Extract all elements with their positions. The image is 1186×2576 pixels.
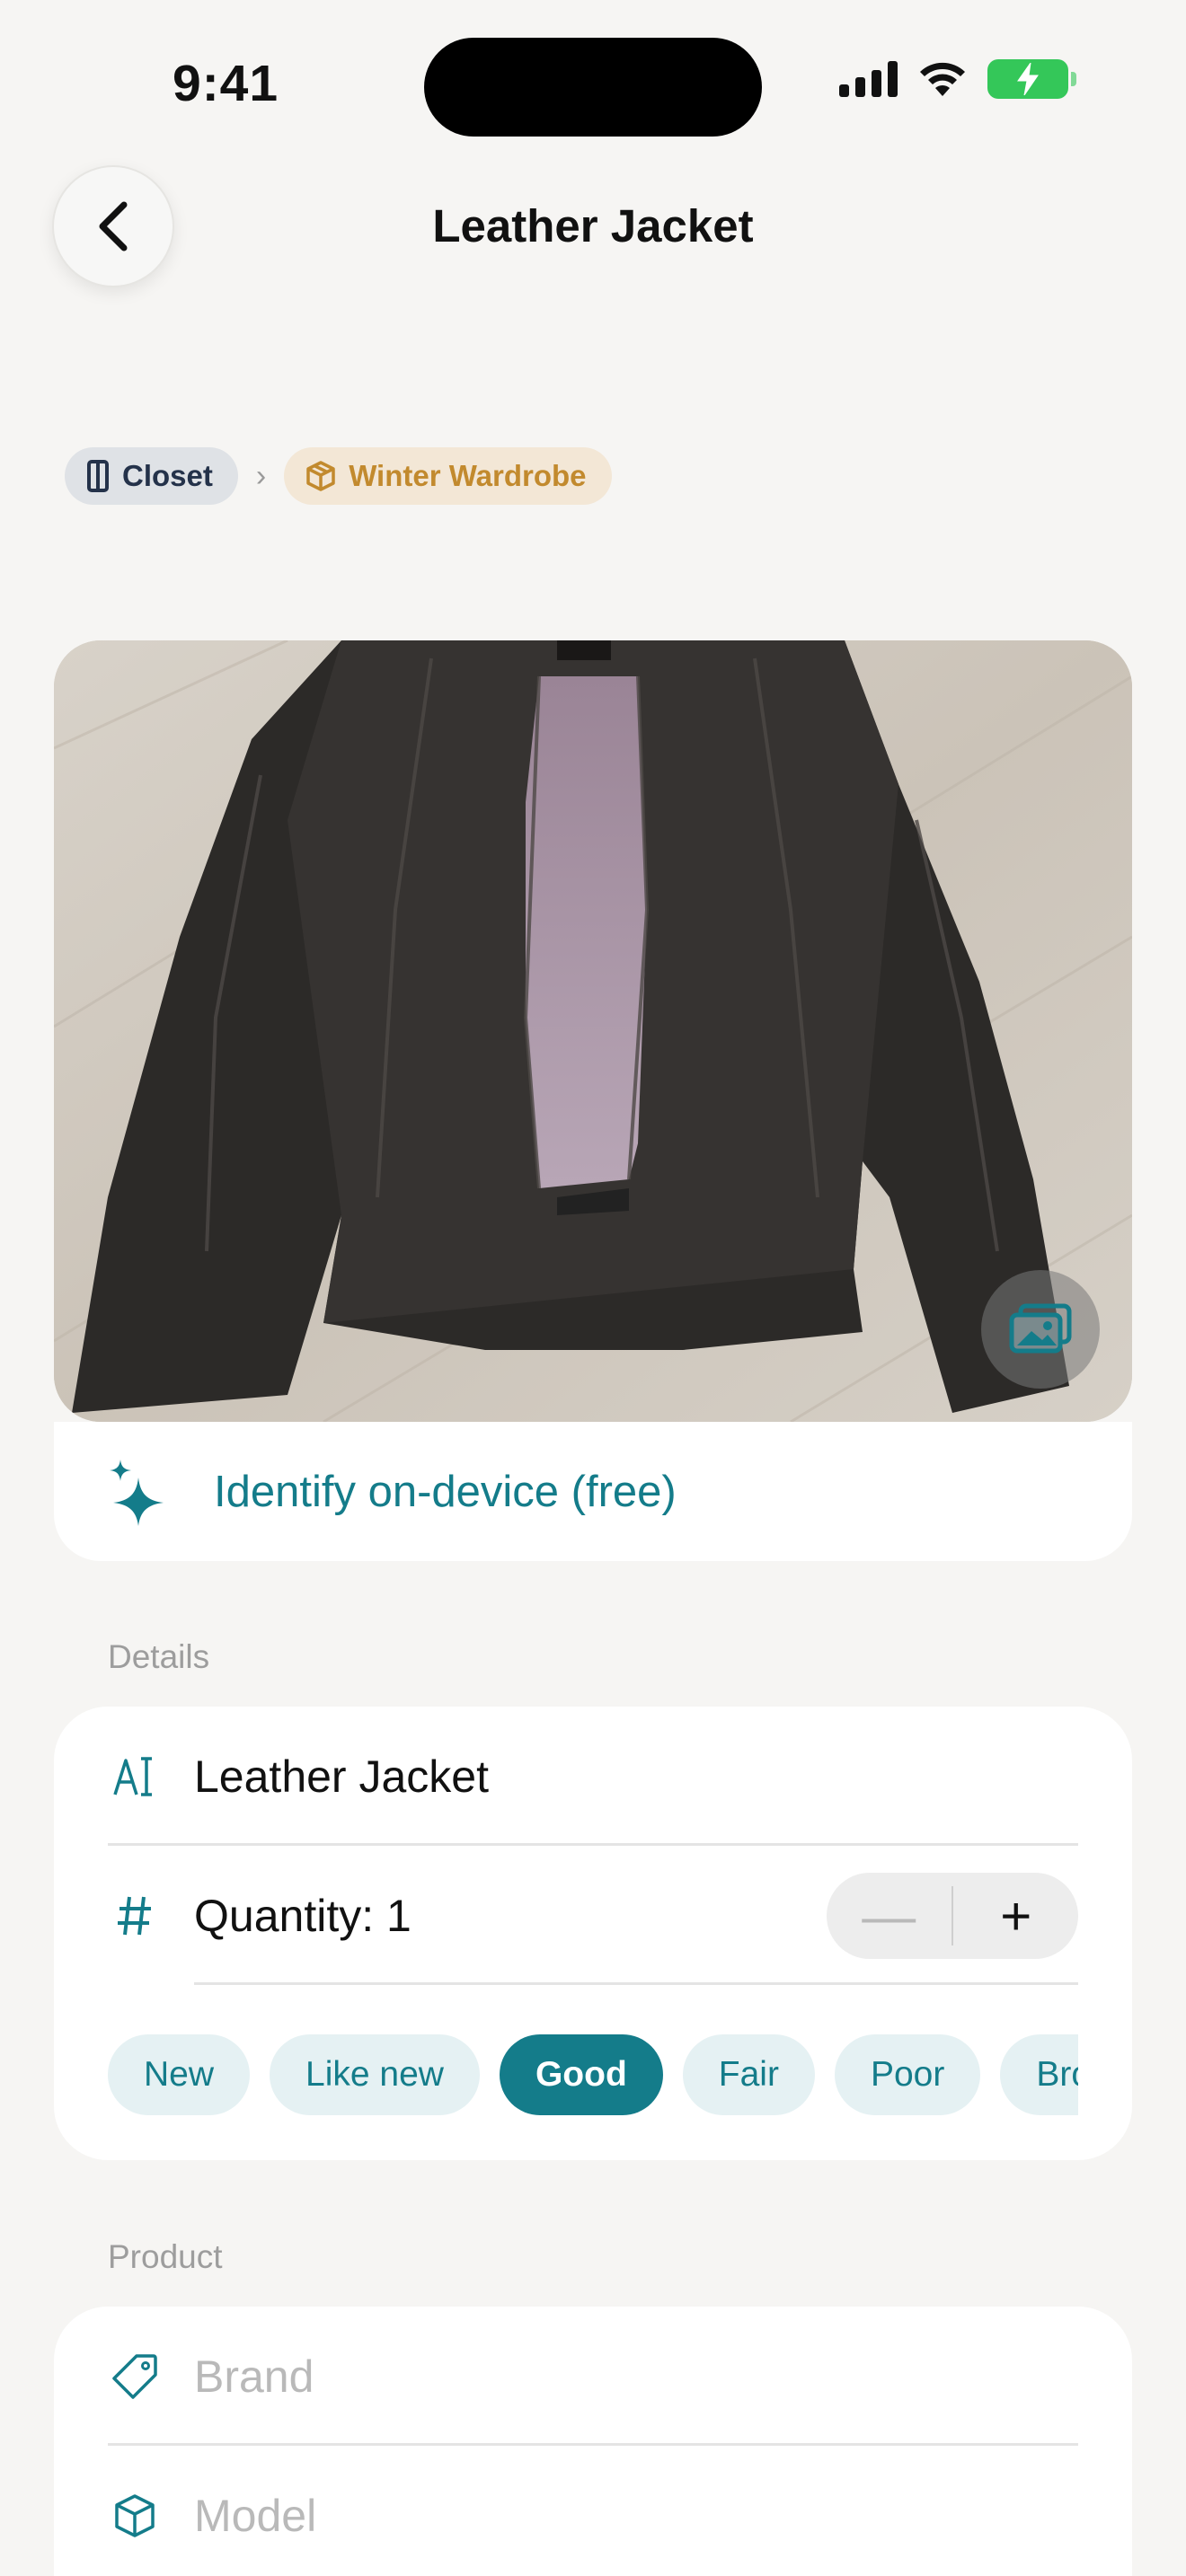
jacket-photo-illustration — [54, 640, 1132, 1422]
decrement-button[interactable]: — — [827, 1873, 951, 1959]
item-photo[interactable] — [54, 640, 1132, 1422]
condition-chip-new[interactable]: New — [108, 2034, 251, 2115]
name-value: Leather Jacket — [194, 1751, 489, 1802]
dynamic-island — [424, 38, 762, 137]
condition-chip-poor[interactable]: Poor — [834, 2034, 981, 2115]
status-icons — [839, 59, 1076, 99]
increment-button[interactable]: + — [953, 1873, 1078, 1959]
product-section-label: Product — [108, 2238, 223, 2275]
quantity-stepper: — + — [827, 1873, 1078, 1959]
breadcrumb-closet-label: Closet — [122, 459, 213, 492]
sparkles-icon — [110, 1459, 164, 1526]
wifi-icon — [920, 62, 965, 96]
status-time: 9:41 — [173, 55, 279, 112]
breadcrumb-closet[interactable]: Closet — [65, 447, 238, 505]
text-cursor-icon — [108, 1755, 162, 1798]
product-card: Brand Model — [54, 2307, 1132, 2576]
cellular-signal-icon — [839, 61, 898, 97]
cube-icon — [108, 2493, 162, 2538]
details-card: Leather Jacket Quantity: 1 — + New Like … — [54, 1707, 1132, 2160]
tag-icon — [108, 2353, 162, 2400]
breadcrumb-winter-wardrobe[interactable]: Winter Wardrobe — [284, 447, 612, 505]
number-sign-icon — [108, 1895, 162, 1936]
model-placeholder: Model — [194, 2490, 317, 2541]
battery-charging-icon — [987, 59, 1076, 99]
choose-photo-button[interactable] — [981, 1270, 1100, 1389]
divider — [194, 1982, 1078, 1985]
condition-chip-broken[interactable]: Broken — [1000, 2034, 1078, 2115]
quantity-label: Quantity: 1 — [194, 1890, 412, 1941]
condition-chips: New Like new Good Fair Poor Broken — [108, 2034, 1078, 2117]
condition-chip-like-new[interactable]: Like new — [270, 2034, 480, 2115]
page-title: Leather Jacket — [432, 200, 754, 251]
brand-field[interactable]: Brand — [108, 2307, 1078, 2446]
chevron-right-icon: › — [255, 458, 267, 493]
model-field[interactable]: Model — [108, 2446, 1078, 2576]
name-field[interactable]: Leather Jacket — [108, 1707, 1078, 1846]
condition-chip-good[interactable]: Good — [499, 2034, 663, 2115]
identify-label: Identify on-device (free) — [214, 1467, 677, 1516]
photo-library-icon — [1009, 1303, 1072, 1354]
brand-placeholder: Brand — [194, 2351, 314, 2402]
closet-icon — [87, 460, 109, 492]
breadcrumb: Closet › Winter Wardrobe — [65, 447, 612, 505]
identify-on-device-button[interactable]: Identify on-device (free) — [54, 1422, 1132, 1561]
box-icon — [306, 461, 335, 491]
details-section-label: Details — [108, 1638, 210, 1675]
breadcrumb-winter-label: Winter Wardrobe — [349, 459, 587, 492]
condition-chip-fair[interactable]: Fair — [682, 2034, 815, 2115]
